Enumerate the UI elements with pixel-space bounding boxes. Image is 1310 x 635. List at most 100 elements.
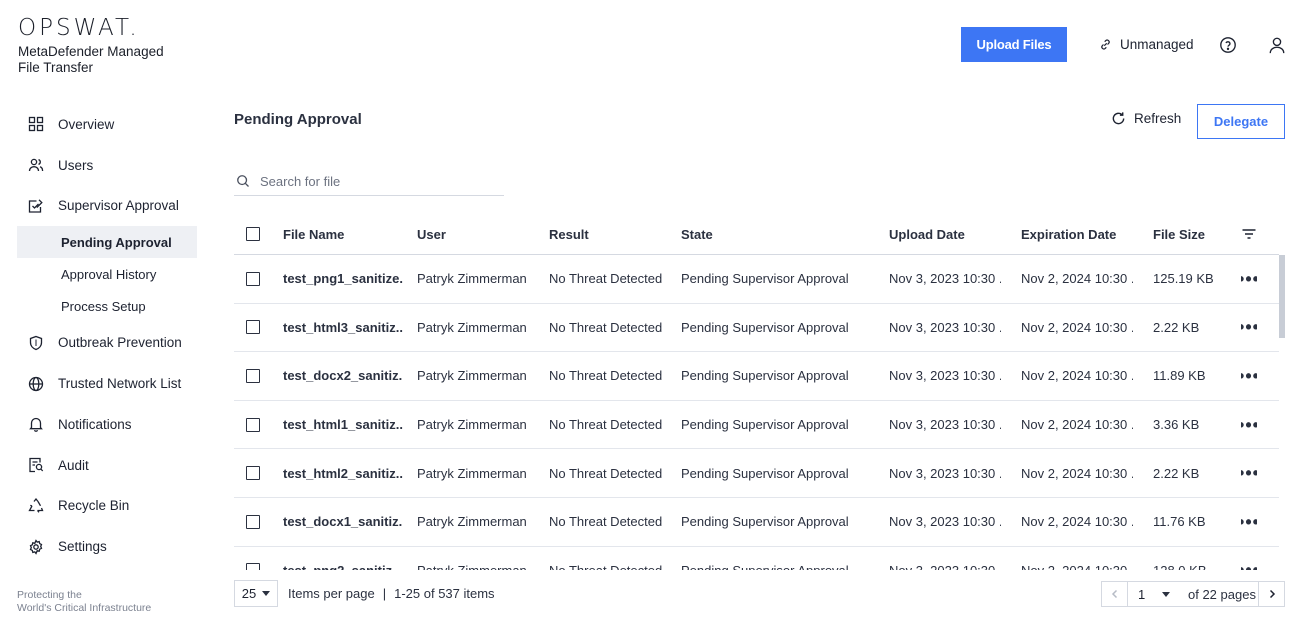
sidebar-item-overview[interactable]: Overview [17,104,197,145]
column-header-result[interactable]: Result [549,214,589,254]
table-row[interactable]: test_docx2_sanitiz... Patryk Zimmerman N… [234,352,1279,401]
expiration-date-cell: Nov 2, 2024 10:30 ... [1021,465,1133,481]
row-checkbox[interactable] [246,417,260,432]
refresh-button[interactable]: Refresh [1111,111,1181,126]
chevron-down-icon [1162,591,1170,597]
column-header-upload-date[interactable]: Upload Date [889,214,1001,254]
row-checkbox[interactable] [246,466,260,481]
column-header-state[interactable]: State [681,214,713,254]
state-cell: Pending Supervisor Approval [681,319,849,335]
page-select[interactable]: 1 [1128,582,1182,606]
select-all-checkbox[interactable] [246,227,260,241]
next-page-button[interactable] [1258,582,1284,606]
more-horizontal-icon[interactable]: ••• [1241,561,1257,570]
more-horizontal-icon[interactable]: ••• [1241,513,1257,531]
more-horizontal-icon[interactable]: ••• [1241,270,1257,288]
file-name-cell[interactable]: test_png2_sanitiz... [283,547,403,570]
upload-files-button[interactable]: Upload Files [961,27,1067,62]
table-row[interactable]: test_docx1_sanitiz... Patryk Zimmerman N… [234,498,1279,547]
file-name-cell[interactable]: test_html1_sanitiz... [283,401,403,449]
sidebar-subitem-approval-history[interactable]: Approval History [17,258,197,290]
state-cell: Pending Supervisor Approval [681,417,849,433]
sidebar-item-audit[interactable]: Audit [17,445,197,486]
brand: OPSWAT. MetaDefender Managed File Transf… [18,16,178,75]
sidebar-item-settings[interactable]: Settings [17,526,197,567]
file-name-cell[interactable]: test_html3_sanitiz... [283,304,403,352]
row-checkbox[interactable] [246,271,260,286]
expiration-date-cell: Nov 2, 2024 10:30 ... [1021,368,1133,384]
row-select-cell [246,352,260,400]
file-name-cell[interactable]: test_docx2_sanitiz... [283,352,403,400]
table-row[interactable]: test_png1_sanitize... Patryk Zimmerman N… [234,255,1279,304]
result-cell: No Threat Detected [549,514,663,530]
refresh-label: Refresh [1134,111,1182,126]
more-horizontal-icon[interactable]: ••• [1241,464,1257,482]
sidebar-item-recycle-bin[interactable]: Recycle Bin [17,486,197,527]
row-checkbox[interactable] [246,514,260,529]
sidebar-item-notifications[interactable]: Notifications [17,404,197,445]
expiration-date-cell: Nov 2, 2024 10:30 ... [1021,271,1133,287]
audit-icon [28,457,44,473]
upload-date-cell: Nov 3, 2023 10:30 ... [889,417,1001,433]
more-horizontal-icon[interactable]: ••• [1241,367,1257,385]
file-name-cell[interactable]: test_docx1_sanitiz... [283,498,403,546]
grid-icon [28,116,44,132]
row-checkbox[interactable] [246,368,260,383]
table-row[interactable]: test_html3_sanitiz... Patryk Zimmerman N… [234,304,1279,353]
sidebar-item-label: Overview [58,116,115,132]
chevron-left-icon [1111,589,1117,599]
sidebar-item-label: Settings [58,539,107,555]
tagline-line-2: World's Critical Infrastructure [17,602,152,614]
row-select-cell [246,255,260,303]
search-input[interactable] [260,173,490,189]
column-header-file-size[interactable]: File Size [1153,214,1205,254]
row-select-cell [246,547,260,570]
table-row[interactable]: test_html2_sanitiz... Patryk Zimmerman N… [234,449,1279,498]
column-header-file-name[interactable]: File Name [283,214,403,254]
more-horizontal-icon[interactable]: ••• [1241,416,1257,434]
unmanaged-label: Unmanaged [1120,37,1194,52]
column-header-user[interactable]: User [417,214,446,254]
upload-date-cell: Nov 3, 2023 10:30 ... [889,271,1001,287]
column-header-expiration-date[interactable]: Expiration Date [1021,214,1133,254]
row-actions-cell: ••• [1241,352,1257,400]
file-size-cell: 128.0 KB [1153,547,1207,570]
file-size-cell: 125.19 KB [1153,271,1214,287]
opswat-logo: OPSWAT. [18,15,140,41]
sidebar-item-label: Outbreak Prevention [58,335,182,351]
sidebar-item-supervisor-approval[interactable]: Supervisor Approval [17,186,197,227]
table-row[interactable]: test_html1_sanitiz... Patryk Zimmerman N… [234,401,1279,450]
items-per-page-select[interactable]: 25 [234,580,278,607]
sidebar-subitem-pending-approval[interactable]: Pending Approval [17,226,197,259]
sidebar-item-users[interactable]: Users [17,145,197,186]
file-name-cell[interactable]: test_html2_sanitiz... [283,449,403,497]
row-checkbox[interactable] [246,563,260,570]
table-scrollbar[interactable] [1279,255,1285,338]
link-icon [1101,39,1110,50]
previous-page-button[interactable] [1102,582,1128,606]
delegate-button[interactable]: Delegate [1197,104,1285,139]
file-size-cell: 2.22 KB [1153,319,1200,335]
help-circle-icon[interactable] [1219,36,1237,54]
upload-date-cell: Nov 3, 2023 10:30 ... [889,368,1001,384]
sidebar-item-outbreak-prevention[interactable]: Outbreak Prevention [17,322,197,363]
items-per-page-label: Items per page [288,586,375,601]
row-checkbox[interactable] [246,320,260,335]
more-horizontal-icon[interactable]: ••• [1241,318,1257,336]
unmanaged-status[interactable]: Unmanaged [1099,37,1194,52]
result-cell: No Threat Detected [549,368,663,384]
file-name-cell[interactable]: test_png1_sanitize... [283,255,403,303]
table-row[interactable]: test_png2_sanitiz... Patryk Zimmerman No… [234,547,1279,570]
filter-lines-icon[interactable] [1241,226,1257,242]
sidebar-subitem-process-setup[interactable]: Process Setup [17,290,197,322]
checkbox-edit-icon [28,198,44,214]
gear-icon [28,538,44,555]
sidebar-item-trusted-network-list[interactable]: Trusted Network List [17,363,197,404]
row-actions-cell: ••• [1241,304,1257,352]
row-actions-cell: ••• [1241,449,1257,497]
file-size-cell: 3.36 KB [1153,417,1200,433]
sidebar-item-label: Trusted Network List [58,376,182,392]
select-all-cell [246,214,260,254]
user-cell: Patryk Zimmerman [417,319,527,335]
user-icon[interactable] [1268,36,1286,54]
